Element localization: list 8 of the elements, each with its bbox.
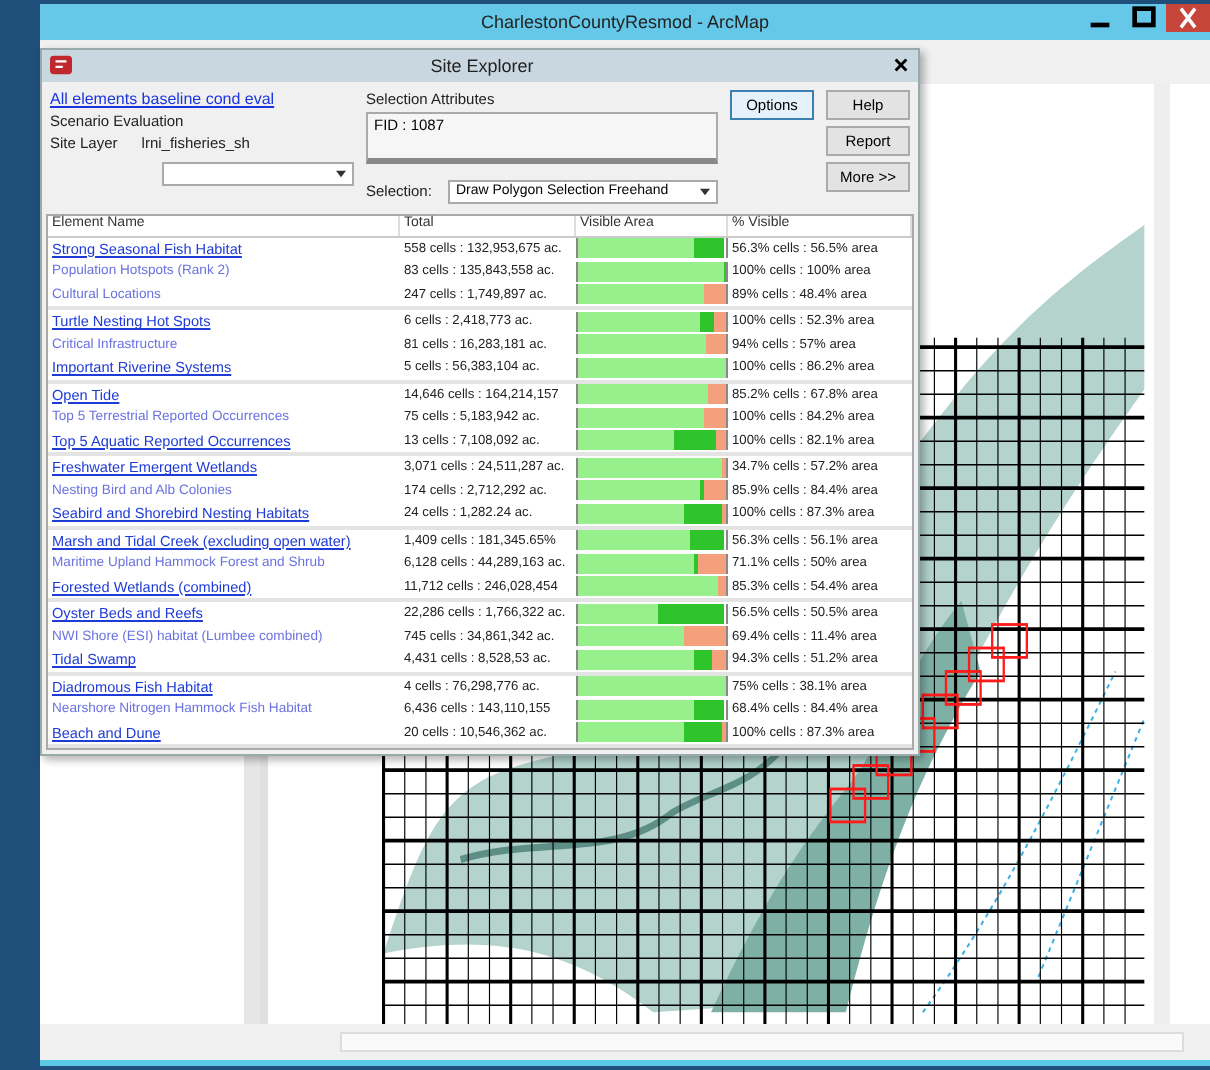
app-icon <box>50 54 72 77</box>
close-icon[interactable] <box>892 56 910 75</box>
scrollbar[interactable] <box>340 1032 1184 1052</box>
element-set-link[interactable]: All elements baseline cond eval <box>50 89 354 108</box>
caret-icon <box>700 187 710 196</box>
dialog-title: Site Explorer <box>428 55 536 76</box>
caret-icon <box>336 169 346 178</box>
window-title: CharlestonCountyResmod - ArcMap <box>480 12 770 32</box>
